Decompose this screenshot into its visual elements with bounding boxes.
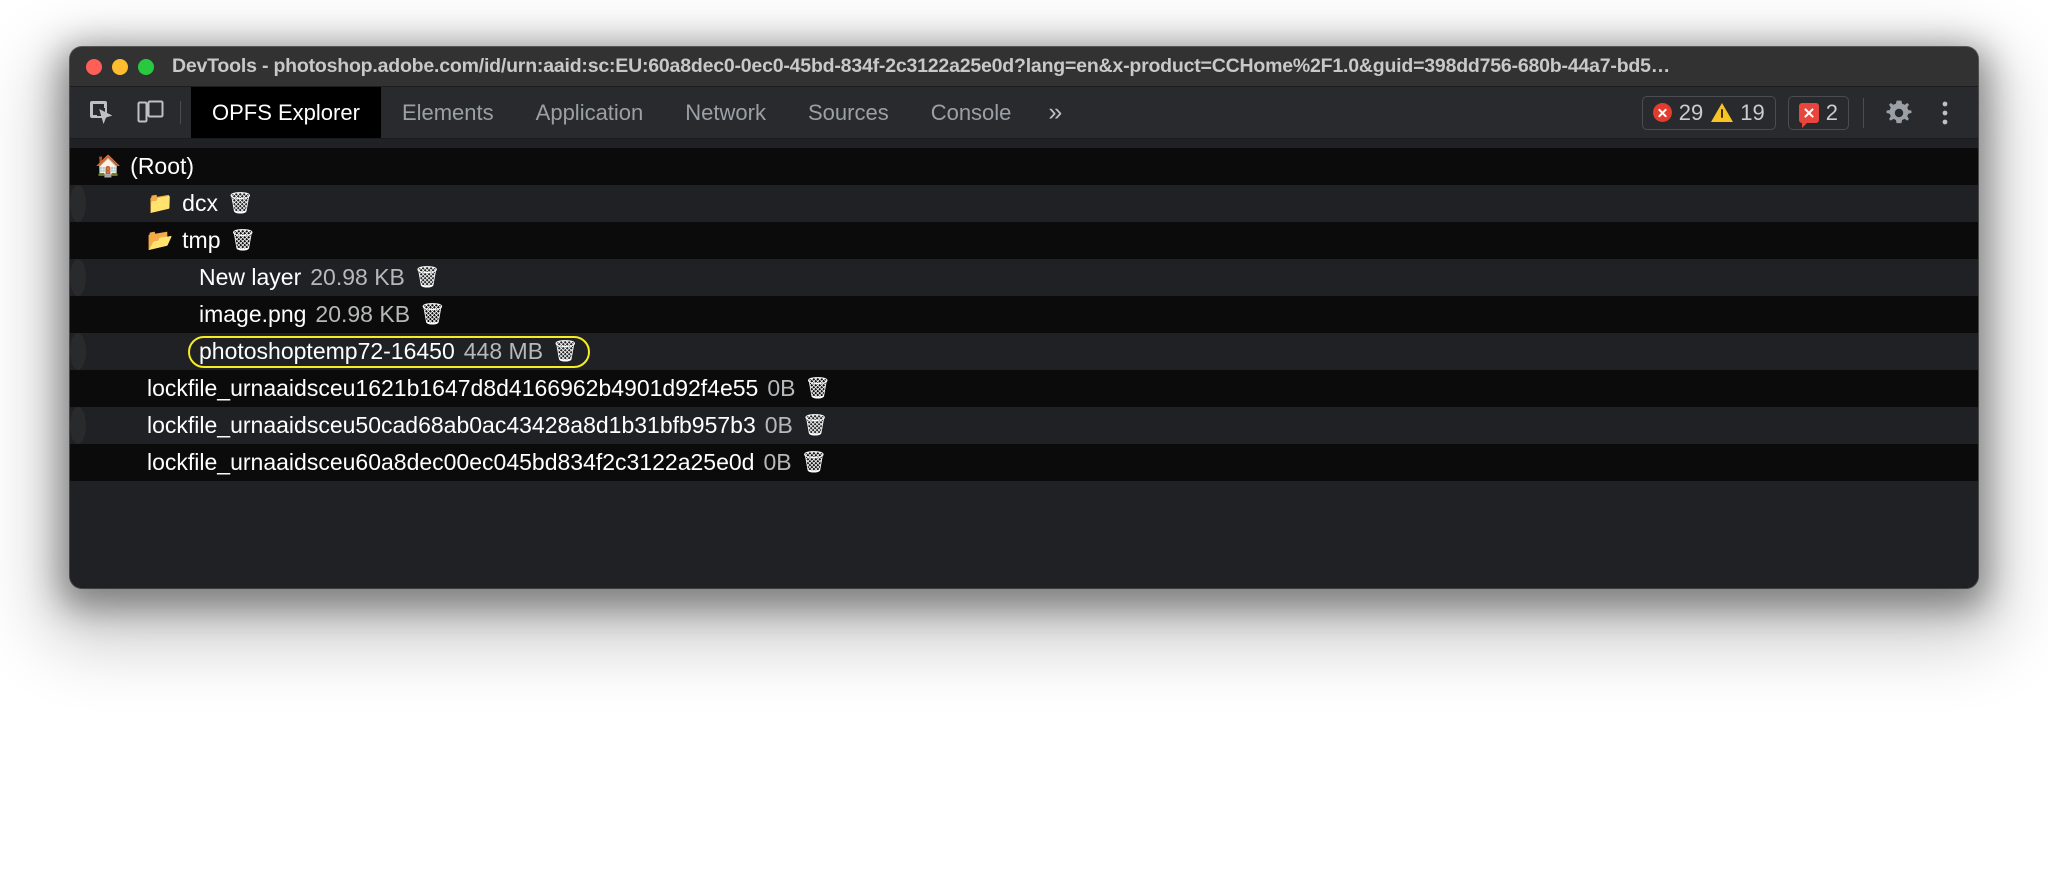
entry-size: 448 MB	[464, 340, 543, 363]
trash-icon[interactable]: 🗑	[227, 193, 254, 214]
row-content: 🏠 (Root)	[84, 151, 205, 183]
gear-icon	[1885, 99, 1913, 127]
toolbar-divider-right	[1863, 98, 1864, 128]
row-content: 📁 dcx 🗑	[136, 188, 265, 220]
screenshot-root: DevTools - photoshop.adobe.com/id/urn:aa…	[0, 0, 2048, 884]
devtools-window: DevTools - photoshop.adobe.com/id/urn:aa…	[70, 47, 1978, 588]
tab-console[interactable]: Console	[910, 87, 1033, 138]
settings-button[interactable]	[1876, 90, 1922, 136]
maximize-window-button[interactable]	[138, 59, 154, 75]
entry-name: tmp	[182, 229, 220, 252]
issue-icon	[1799, 103, 1819, 123]
entry-size: 20.98 KB	[310, 266, 405, 289]
tree-row-lockfile-2[interactable]: lockfile_urnaaidsceu50cad68ab0ac43428a8d…	[70, 407, 86, 444]
error-icon	[1653, 103, 1672, 122]
entry-name: (Root)	[130, 155, 194, 178]
trash-icon[interactable]: 🗑	[801, 452, 828, 473]
entry-name: dcx	[182, 192, 218, 215]
tree-row-image-png[interactable]: image.png 20.98 KB 🗑	[70, 296, 1978, 333]
tree-row-lockfile-3[interactable]: lockfile_urnaaidsceu60a8dec00ec045bd834f…	[70, 444, 1978, 481]
tab-label: Elements	[402, 102, 494, 124]
traffic-lights	[86, 59, 154, 75]
warning-count: 19	[1740, 102, 1764, 124]
error-count: 29	[1679, 102, 1703, 124]
row-content: image.png 20.98 KB 🗑	[188, 299, 457, 331]
inspect-element-button[interactable]	[78, 87, 126, 138]
tab-elements[interactable]: Elements	[381, 87, 515, 138]
entry-name: lockfile_urnaaidsceu60a8dec00ec045bd834f…	[147, 451, 754, 474]
trash-icon[interactable]: 🗑	[230, 230, 257, 251]
row-content-highlighted: photoshoptemp72-16450 448 MB 🗑	[188, 336, 590, 368]
device-toolbar-icon	[137, 100, 164, 126]
entry-size: 20.98 KB	[315, 303, 410, 326]
row-content: New layer 20.98 KB 🗑	[188, 262, 452, 294]
entry-name: image.png	[199, 303, 306, 326]
tree-row-new-layer[interactable]: New layer 20.98 KB 🗑	[70, 259, 86, 296]
issues-count: 2	[1826, 102, 1838, 124]
tab-label: Console	[931, 102, 1012, 124]
folder-open-icon: 📂	[147, 230, 173, 251]
devtools-toolbar: OPFS Explorer Elements Application Netwo…	[70, 87, 1978, 139]
entry-size: 0B	[765, 414, 793, 437]
row-content: lockfile_urnaaidsceu1621b1647d8d4166962b…	[136, 373, 842, 405]
entry-name: New layer	[199, 266, 301, 289]
trash-icon[interactable]: 🗑	[802, 415, 829, 436]
entry-name: lockfile_urnaaidsceu1621b1647d8d4166962b…	[147, 377, 758, 400]
more-options-button[interactable]	[1922, 90, 1968, 136]
minimize-window-button[interactable]	[112, 59, 128, 75]
tab-network[interactable]: Network	[664, 87, 787, 138]
inspect-element-icon	[89, 100, 115, 126]
house-icon: 🏠	[95, 156, 121, 177]
row-content: lockfile_urnaaidsceu60a8dec00ec045bd834f…	[136, 447, 838, 479]
tree-row-photoshoptemp[interactable]: photoshoptemp72-16450 448 MB 🗑	[70, 333, 86, 370]
tab-label: OPFS Explorer	[212, 102, 360, 124]
close-window-button[interactable]	[86, 59, 102, 75]
issues-counter[interactable]: 2	[1799, 102, 1838, 124]
kebab-menu-icon	[1940, 99, 1950, 127]
toolbar-divider	[180, 101, 181, 124]
trash-icon[interactable]: 🗑	[419, 304, 446, 325]
issues-counter-group[interactable]: 2	[1788, 96, 1849, 130]
entry-name: photoshoptemp72-16450	[199, 340, 455, 363]
row-content: 📂 tmp 🗑	[136, 225, 267, 257]
warning-counter[interactable]: 19	[1711, 102, 1764, 124]
tab-label: Sources	[808, 102, 889, 124]
tree-row-tmp[interactable]: 📂 tmp 🗑	[70, 222, 1978, 259]
trash-icon[interactable]: 🗑	[414, 267, 441, 288]
tree-row-dcx[interactable]: 📁 dcx 🗑	[70, 185, 86, 222]
entry-size: 0B	[767, 377, 795, 400]
more-tabs-button[interactable]: »	[1032, 87, 1078, 138]
window-titlebar: DevTools - photoshop.adobe.com/id/urn:aa…	[70, 47, 1978, 87]
entry-size: 0B	[763, 451, 791, 474]
toolbar-right-group: 29 19 2	[1642, 87, 1978, 138]
error-counter[interactable]: 29	[1653, 102, 1703, 124]
error-warning-counters[interactable]: 29 19	[1642, 96, 1776, 130]
window-title: DevTools - photoshop.adobe.com/id/urn:aa…	[172, 57, 1962, 77]
tab-opfs-explorer[interactable]: OPFS Explorer	[191, 87, 381, 138]
trash-icon[interactable]: 🗑	[552, 341, 579, 362]
warning-icon	[1711, 103, 1733, 122]
tab-application[interactable]: Application	[515, 87, 665, 138]
folder-closed-icon: 📁	[147, 193, 173, 214]
chevron-double-right-icon: »	[1048, 100, 1062, 125]
tree-row-lockfile-1[interactable]: lockfile_urnaaidsceu1621b1647d8d4166962b…	[70, 370, 1978, 407]
devtools-tabs: OPFS Explorer Elements Application Netwo…	[191, 87, 1642, 138]
tab-label: Application	[536, 102, 644, 124]
trash-icon[interactable]: 🗑	[804, 378, 831, 399]
tab-sources[interactable]: Sources	[787, 87, 910, 138]
tree-row-root[interactable]: 🏠 (Root)	[70, 148, 1978, 185]
entry-name: lockfile_urnaaidsceu50cad68ab0ac43428a8d…	[147, 414, 756, 437]
opfs-file-tree: 🏠 (Root) 📁 dcx 🗑 📂 tmp 🗑	[70, 139, 1978, 588]
tab-label: Network	[685, 102, 766, 124]
device-toolbar-button[interactable]	[126, 87, 174, 138]
row-content: lockfile_urnaaidsceu50cad68ab0ac43428a8d…	[136, 410, 840, 442]
